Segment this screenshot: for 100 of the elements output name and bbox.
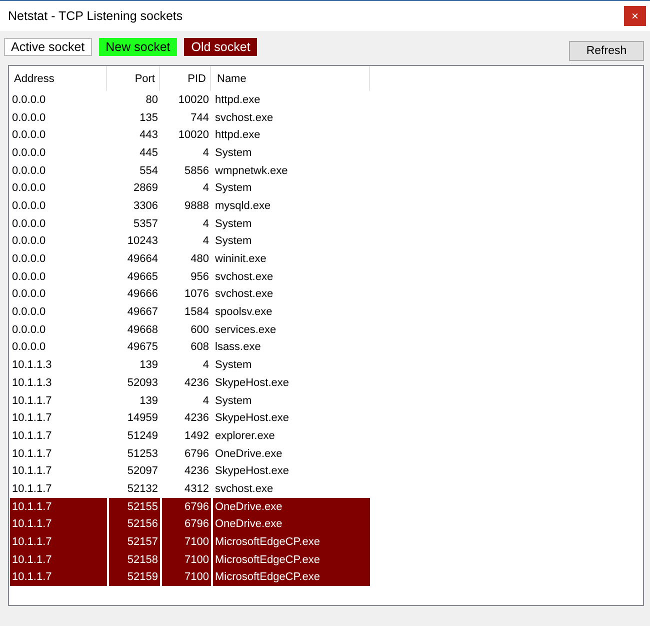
- close-button[interactable]: ×: [624, 6, 646, 26]
- table-cell-text: OneDrive.exe: [214, 446, 284, 462]
- table-cell-text: System: [214, 216, 253, 232]
- table-cell-text: SkypeHost.exe: [214, 411, 290, 426]
- table-cell-text: 4: [202, 181, 210, 196]
- table-cell-text: 0.0.0.0: [11, 216, 47, 232]
- table-cell-text: 10.1.1.3: [11, 376, 53, 391]
- table-cell-text: 52093: [126, 376, 159, 391]
- table-cell-text: httpd.exe: [214, 92, 262, 108]
- table-cell-text: 956: [190, 270, 210, 285]
- legend-label: New socket: [98, 38, 178, 56]
- table-cell-text: 10020: [177, 128, 210, 144]
- table-cell: MicrosoftEdgeCP.exe: [213, 533, 370, 551]
- table-cell: 10.1.1.7: [10, 498, 107, 516]
- table-cell-text: 0.0.0.0: [11, 128, 47, 144]
- table-cell: 10.1.1.7: [10, 568, 107, 586]
- table-cell-text: 139: [138, 358, 159, 374]
- table-cell-text: 4: [202, 146, 210, 161]
- table-cell: 10.1.1.7: [10, 516, 107, 534]
- table-cell-text: 0.0.0.0: [11, 146, 47, 161]
- table-cell-text: 10243: [126, 234, 159, 250]
- table-cell-text: spoolsv.exe: [214, 305, 274, 320]
- table-cell: OneDrive.exe: [213, 516, 370, 534]
- table-cell-text: 0.0.0.0: [11, 340, 47, 356]
- table-cell-text: 4236: [184, 411, 210, 426]
- column-header[interactable]: Port: [109, 66, 160, 91]
- table-cell-text: 10.1.1.7: [11, 482, 53, 497]
- table-cell-text: System: [214, 358, 253, 374]
- table-cell-text: 49665: [126, 270, 159, 285]
- table-cell-text: 0.0.0.0: [11, 287, 47, 302]
- table-cell-text: 0.0.0.0: [11, 181, 47, 196]
- table-cell-text: 4236: [184, 376, 210, 391]
- table-cell: 52157: [109, 533, 160, 551]
- table-cell: 10.1.1.7: [10, 533, 107, 551]
- column-header[interactable]: Name: [213, 66, 370, 91]
- table-cell-text: 51249: [126, 428, 159, 444]
- table-cell-text: 49664: [126, 252, 159, 268]
- table-cell-text: svchost.exe: [214, 270, 274, 285]
- table-cell-text: 52097: [126, 464, 159, 480]
- table-cell-text: 744: [190, 110, 210, 126]
- table-cell-text: 0.0.0.0: [11, 234, 47, 250]
- table-cell-text: 5856: [184, 164, 210, 179]
- table-cell-text: lsass.exe: [214, 340, 262, 356]
- table-cell-text: 10.1.1.7: [11, 446, 53, 462]
- table-cell-text: 0.0.0.0: [11, 92, 47, 108]
- table-cell-text: 3306: [132, 198, 159, 214]
- table-cell-text: 0.0.0.0: [11, 305, 47, 320]
- table-cell-text: 6796: [184, 446, 210, 462]
- column-header[interactable]: PID: [162, 66, 211, 91]
- table-cell-text: 608: [190, 340, 210, 356]
- table-cell-text: svchost.exe: [214, 482, 274, 497]
- table-cell-text: 4: [202, 234, 210, 250]
- table-cell-text: SkypeHost.exe: [214, 464, 290, 480]
- table-cell: 52158: [109, 550, 160, 569]
- table-cell-text: svchost.exe: [214, 110, 274, 126]
- table-cell-text: 1584: [184, 305, 210, 320]
- table-cell-text: System: [214, 234, 253, 250]
- table-cell-text: 80: [144, 92, 159, 108]
- table-cell-text: 4: [202, 216, 210, 232]
- table-cell-text: 445: [138, 146, 159, 161]
- table-cell-text: services.exe: [214, 322, 278, 338]
- legend-label: Old socket: [184, 38, 258, 56]
- table-cell-text: 600: [190, 322, 210, 338]
- refresh-button[interactable]: Refresh: [569, 41, 644, 61]
- table-cell-text: 10.1.1.3: [11, 358, 53, 374]
- table-cell-text: System: [214, 181, 253, 196]
- table-cell: 6796: [162, 498, 211, 516]
- table-cell: 52159: [109, 568, 160, 586]
- table-cell-text: 10.1.1.7: [11, 464, 53, 480]
- table-cell-text: 10.1.1.7: [11, 411, 53, 426]
- table-cell: MicrosoftEdgeCP.exe: [213, 550, 370, 569]
- table-cell: OneDrive.exe: [213, 498, 370, 516]
- table-cell-text: 52132: [126, 482, 159, 497]
- table-cell-text: httpd.exe: [214, 128, 262, 144]
- table-cell-text: 4312: [184, 482, 210, 497]
- table-cell-text: 139: [138, 394, 159, 409]
- table-cell-text: 443: [138, 128, 159, 144]
- table-cell-text: SkypeHost.exe: [214, 376, 290, 391]
- table-cell: 7100: [162, 568, 211, 586]
- table-cell-text: 480: [190, 252, 210, 268]
- table-cell-text: 4236: [184, 464, 210, 480]
- table-cell-text: 1076: [184, 287, 210, 302]
- table-cell-text: 0.0.0.0: [11, 322, 47, 338]
- table-cell-text: 0.0.0.0: [11, 198, 47, 214]
- column-header[interactable]: Address: [10, 66, 107, 91]
- table-cell-text: wmpnetwk.exe: [214, 164, 289, 179]
- table-cell-text: 0.0.0.0: [11, 270, 47, 285]
- table-cell-text: 14959: [126, 411, 159, 426]
- table-cell-text: 49667: [126, 305, 159, 320]
- table-cell-text: 10020: [177, 92, 210, 108]
- table-cell-text: 0.0.0.0: [11, 164, 47, 179]
- table-cell: 52156: [109, 516, 160, 534]
- table-cell-text: 49668: [126, 322, 159, 338]
- table-cell-text: 51253: [126, 446, 159, 462]
- table-cell-text: 49666: [126, 287, 159, 302]
- table-cell-text: 9888: [184, 198, 210, 214]
- table-cell-text: 0.0.0.0: [11, 110, 47, 126]
- table-cell-text: 554: [138, 164, 159, 179]
- table-cell-text: 1492: [184, 428, 210, 444]
- table-cell-text: mysqld.exe: [214, 198, 272, 214]
